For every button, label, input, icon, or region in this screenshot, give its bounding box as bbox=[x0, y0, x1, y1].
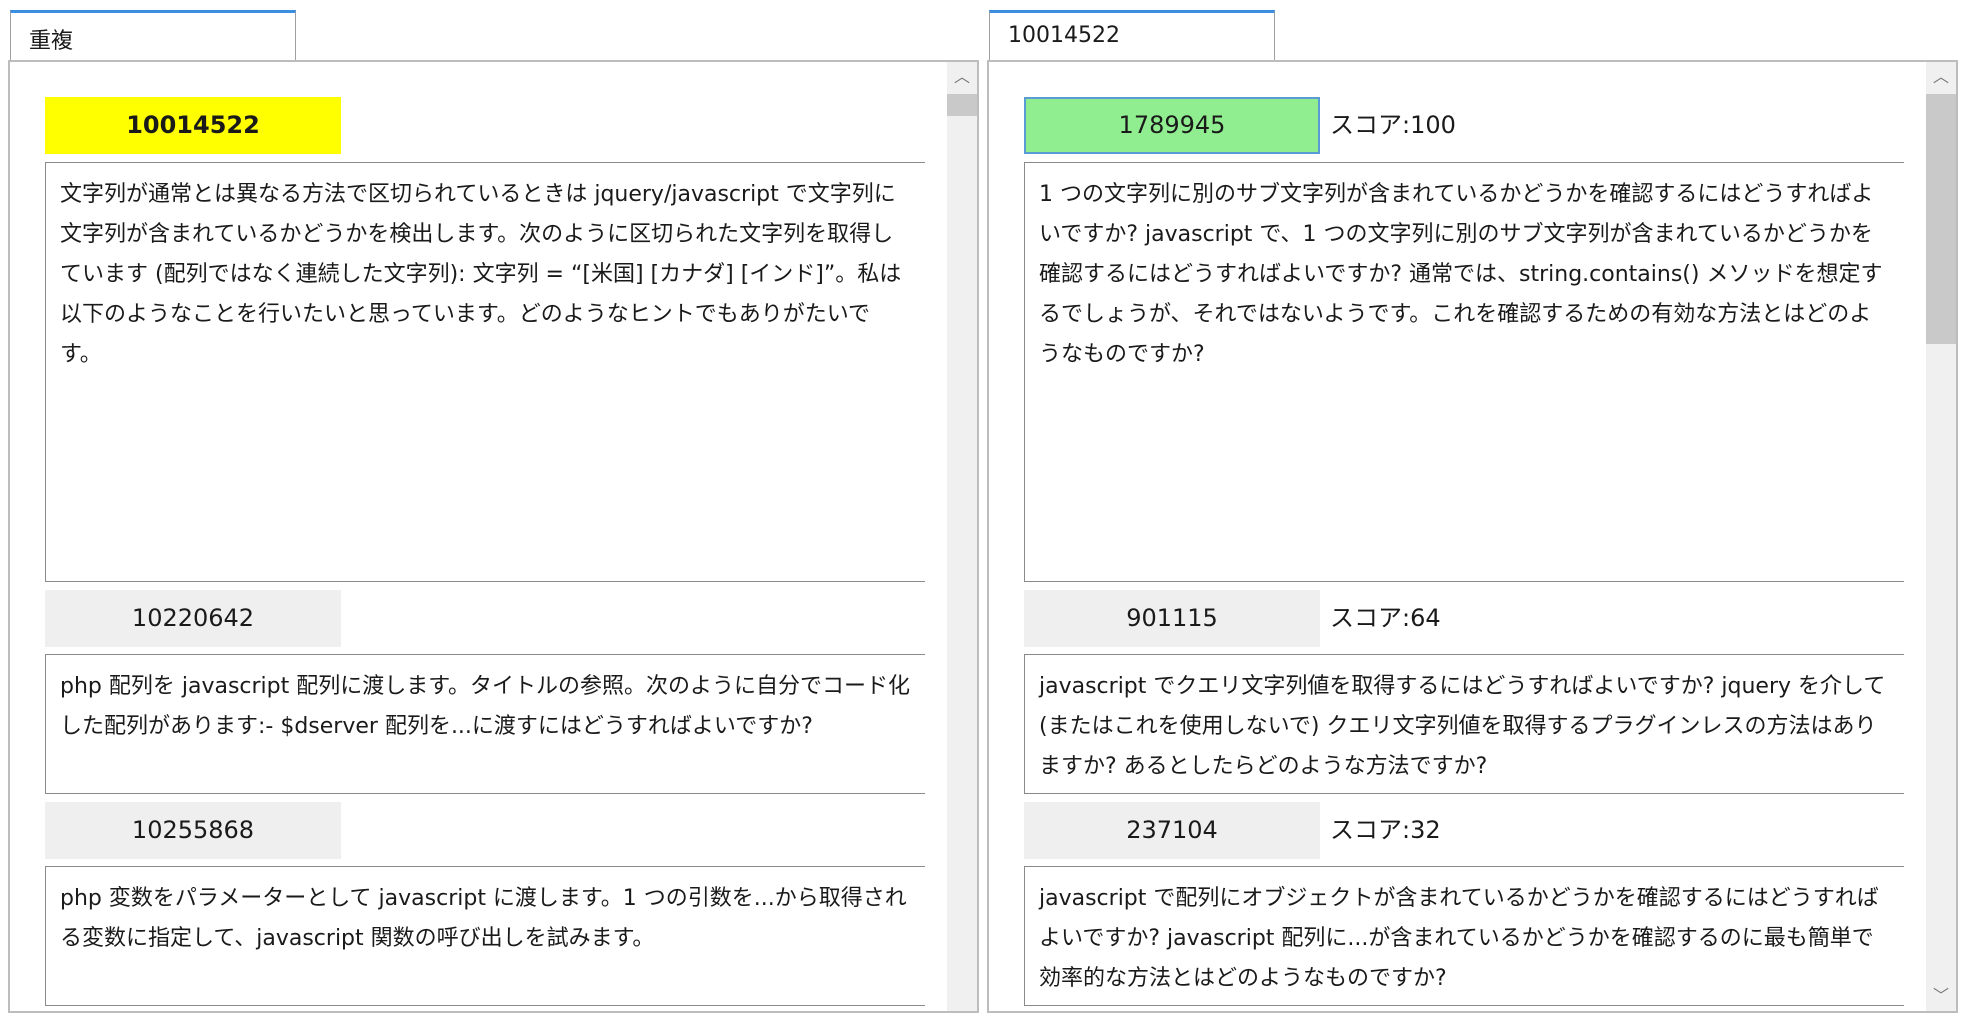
vertical-scrollbar[interactable]: ︿ ﹀ bbox=[1926, 62, 1956, 1011]
question-id-badge[interactable]: 10255868 bbox=[45, 802, 341, 859]
chevron-up-icon[interactable]: ︿ bbox=[1926, 62, 1956, 92]
question-id-badge[interactable]: 10014522 bbox=[45, 97, 341, 154]
question-text: javascript でクエリ文字列値を取得するにはどうすればよいですか? jq… bbox=[1024, 654, 1904, 794]
tab-label: 重複 bbox=[29, 29, 74, 54]
question-id-badge[interactable]: 10220642 bbox=[45, 590, 341, 647]
tab-question-10014522[interactable]: 10014522 bbox=[989, 10, 1275, 60]
question-id-badge[interactable]: 901115 bbox=[1024, 590, 1320, 647]
score-label: スコア:64 bbox=[1330, 604, 1441, 632]
question-text: 文字列が通常とは異なる方法で区切られているときは jquery/javascri… bbox=[45, 162, 925, 582]
question-text: 1 つの文字列に別のサブ文字列が含まれているかどうかを確認するにはどうすればよい… bbox=[1024, 162, 1904, 582]
chevron-up-icon[interactable]: ︿ bbox=[947, 62, 977, 92]
tab-duplicates[interactable]: 重複 bbox=[10, 10, 296, 60]
question-id-badge[interactable]: 237104 bbox=[1024, 802, 1320, 859]
score-label: スコア:32 bbox=[1330, 816, 1441, 844]
vertical-scrollbar[interactable]: ︿ bbox=[947, 62, 977, 1011]
question-text: php 変数をパラメーターとして javascript に渡します。1 つの引数… bbox=[45, 866, 925, 1006]
question-text: php 配列を javascript 配列に渡します。タイトルの参照。次のように… bbox=[45, 654, 925, 794]
related-panel: 1789945 スコア:100 1 つの文字列に別のサブ文字列が含まれているかど… bbox=[987, 60, 1958, 1013]
duplicates-panel: 10014522 文字列が通常とは異なる方法で区切られているときは jquery… bbox=[8, 60, 979, 1013]
scrollbar-thumb[interactable] bbox=[1926, 94, 1956, 344]
question-text: javascript で配列にオブジェクトが含まれているかどうかを確認するにはど… bbox=[1024, 866, 1904, 1006]
tab-label: 10014522 bbox=[1008, 23, 1120, 48]
scrollbar-thumb[interactable] bbox=[947, 94, 977, 116]
score-label: スコア:100 bbox=[1330, 111, 1456, 139]
chevron-down-icon[interactable]: ﹀ bbox=[1926, 981, 1956, 1011]
question-id-badge[interactable]: 1789945 bbox=[1024, 97, 1320, 154]
